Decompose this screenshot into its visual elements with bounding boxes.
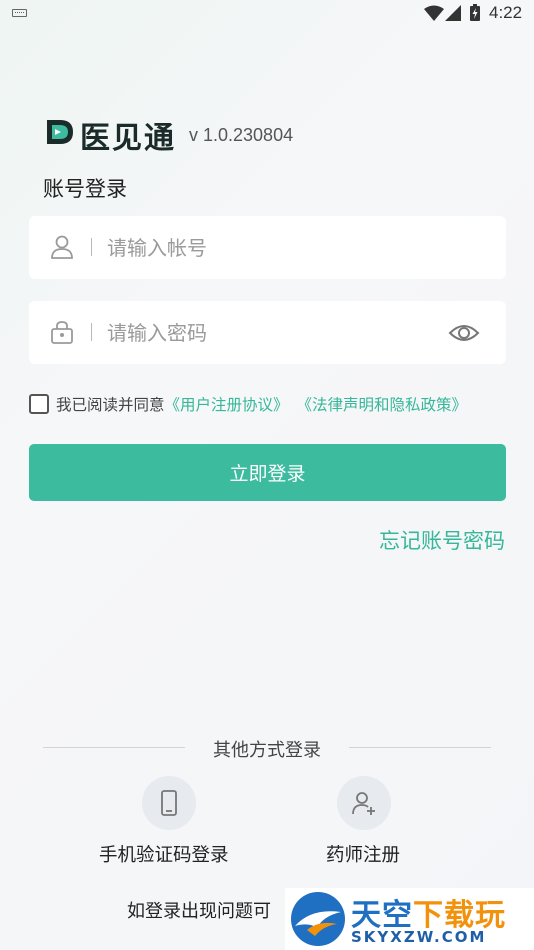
privacy-policy-link[interactable]: 《法律声明和隐私政策》 (297, 393, 468, 415)
app-version: v 1.0.230804 (189, 125, 294, 145)
phone-icon (161, 790, 177, 816)
account-input[interactable] (107, 216, 447, 279)
field-separator (91, 323, 92, 341)
battery-charging-icon (470, 4, 480, 21)
lock-icon (51, 321, 73, 344)
other-login-title: 其他方式登录 (213, 740, 321, 761)
app-name: 医见通 (80, 121, 176, 156)
user-agreement-link[interactable]: 《用户注册协议》 (165, 393, 289, 415)
help-text: 如登录出现问题可 (127, 901, 271, 922)
watermark: 天空下载玩 SKYXZW.COM (285, 888, 534, 950)
register-label[interactable]: 药师注册 (326, 841, 400, 867)
keyboard-icon (12, 9, 27, 17)
agreement-row: 我已阅读并同意 《用户注册协议》 《法律声明和隐私政策》 (29, 393, 467, 415)
watermark-url: SKYXZW.COM (351, 928, 487, 946)
login-button[interactable]: 立即登录 (29, 444, 506, 501)
agreement-text: 我已阅读并同意 (56, 396, 165, 414)
forgot-password-link[interactable]: 忘记账号密码 (379, 525, 505, 555)
sms-login-label[interactable]: 手机验证码登录 (99, 841, 229, 867)
sms-login-button[interactable] (142, 776, 196, 830)
bird-logo-icon (291, 892, 345, 946)
agreement-checkbox[interactable] (29, 394, 49, 414)
signal-icon (445, 5, 461, 21)
account-field[interactable] (29, 216, 506, 279)
divider-right (349, 747, 491, 748)
password-input[interactable] (107, 301, 447, 364)
status-time: 4:22 (489, 3, 523, 22)
field-separator (91, 238, 92, 256)
password-field[interactable] (29, 301, 506, 364)
app-logo-icon (47, 120, 73, 144)
status-bar: 4:22 (0, 0, 534, 26)
register-button[interactable] (337, 776, 391, 830)
user-icon (51, 235, 73, 259)
add-user-icon (352, 792, 375, 815)
page-title: 账号登录 (43, 177, 127, 201)
wifi-icon (424, 5, 444, 21)
eye-icon[interactable] (448, 320, 480, 346)
